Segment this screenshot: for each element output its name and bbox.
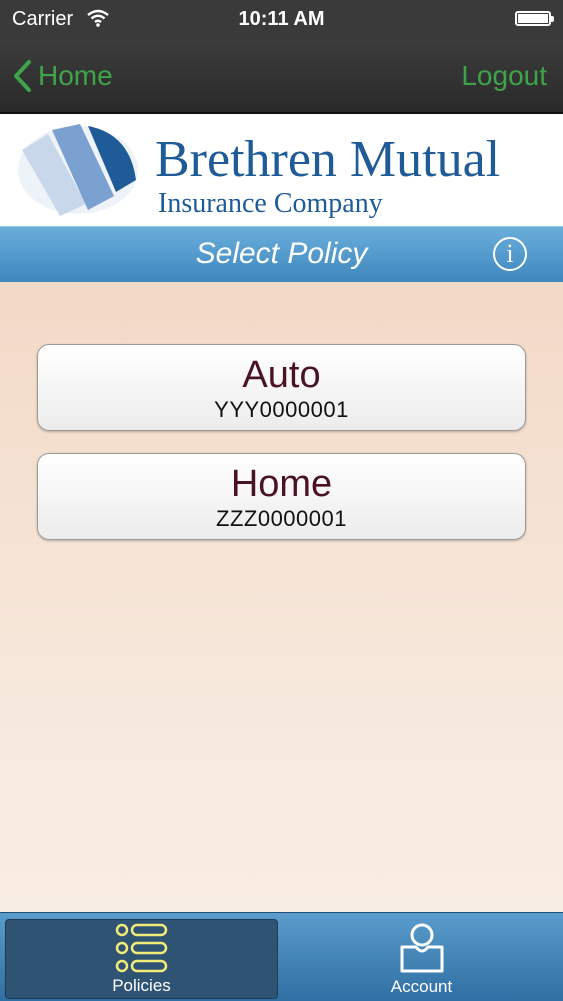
brand-header: Brethren Mutual Insurance Company [0,114,563,226]
policy-number: YYY0000001 [214,397,349,422]
brand-name: Brethren Mutual [155,131,501,188]
policy-button-home[interactable]: Home ZZZ0000001 [37,453,526,540]
brand-subtitle: Insurance Company [158,188,383,219]
battery-icon [515,11,554,26]
title-bar: Select Policy i [0,226,563,284]
tab-label: Policies [112,976,171,995]
tab-bar: Policies Account [0,912,563,1001]
policy-type: Home [230,463,333,505]
tab-policies[interactable]: Policies [5,919,278,999]
policy-list: Auto YYY0000001 Home ZZZ0000001 [0,282,563,912]
nav-bar: Home Logout [0,40,563,114]
tab-account[interactable]: Account [285,919,558,999]
back-button[interactable]: Home [12,54,113,98]
back-button-label: Home [38,60,113,91]
account-icon [400,923,443,973]
logout-button[interactable]: Logout [461,54,547,98]
status-bar: Carrier 10:11 AM [0,0,563,40]
tab-label: Account [390,977,453,996]
chevron-left-icon [14,60,31,92]
policy-number: ZZZ0000001 [216,506,347,531]
brand-logo-icon [18,124,138,216]
policy-button-auto[interactable]: Auto YYY0000001 [37,344,526,431]
page-title: Select Policy [195,237,368,270]
policy-type: Auto [242,354,321,396]
list-icon [115,923,167,973]
info-icon[interactable]: i [493,237,527,271]
status-time: 10:11 AM [238,8,325,30]
